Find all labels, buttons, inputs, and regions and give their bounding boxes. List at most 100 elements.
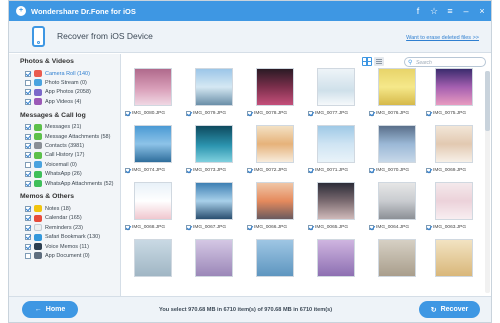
sidebar-item-checkbox[interactable] (25, 133, 31, 140)
photo-checkbox[interactable] (369, 167, 374, 173)
photo-filename: IMG_0076.JPG (376, 110, 410, 116)
photo-thumbnail[interactable] (195, 239, 233, 277)
photo-thumbnail[interactable] (435, 182, 473, 220)
sidebar-item[interactable]: Reminders (23) (25, 223, 83, 232)
photo-checkbox[interactable] (247, 167, 252, 173)
sidebar-item-checkbox[interactable] (25, 252, 31, 259)
sidebar-item[interactable]: WhatsApp (26) (25, 170, 82, 179)
erase-deleted-files-link[interactable]: Want to erase deleted files >> (406, 35, 479, 41)
sidebar-item[interactable]: App Document (0) (25, 251, 90, 260)
sidebar-item[interactable]: Contacts (3981) (25, 141, 84, 150)
sidebar-item[interactable]: WhatsApp Attachments (52) (25, 179, 113, 188)
sidebar-item-checkbox[interactable] (25, 215, 31, 222)
photo-thumbnail[interactable] (256, 68, 294, 106)
photo-caption: IMG_0070.JPG (369, 166, 427, 174)
feedback-icon[interactable]: ☆ (428, 5, 440, 17)
sidebar-item[interactable]: Notes (18) (25, 204, 71, 213)
minimize-icon[interactable]: – (460, 5, 472, 17)
photo-checkbox[interactable] (186, 110, 191, 116)
photo-checkbox[interactable] (247, 110, 252, 116)
photo-thumbnail[interactable] (378, 68, 416, 106)
photo-checkbox[interactable] (426, 110, 431, 116)
photo-checkbox[interactable] (369, 110, 374, 116)
close-icon[interactable]: × (476, 5, 488, 17)
sidebar-item-checkbox[interactable] (25, 152, 31, 159)
sidebar-item-checkbox[interactable] (25, 89, 31, 96)
photo-caption: IMG_0076.JPG (369, 109, 427, 117)
vertical-scrollbar[interactable] (485, 71, 490, 293)
photo-thumbnail[interactable] (317, 182, 355, 220)
sidebar-item[interactable]: Safari Bookmark (130) (25, 233, 100, 242)
sidebar-item-checkbox[interactable] (25, 171, 31, 178)
photo-thumbnail[interactable] (317, 125, 355, 163)
sidebar-item[interactable]: Message Attachments (58) (25, 132, 110, 141)
photo-checkbox[interactable] (186, 167, 191, 173)
photo-checkbox[interactable] (125, 110, 130, 116)
photo-thumbnail[interactable] (317, 68, 355, 106)
home-button[interactable]: ← Home (22, 301, 78, 318)
photo-thumbnail[interactable] (435, 239, 473, 277)
sidebar-item[interactable]: App Photos (2058) (25, 88, 91, 97)
sidebar-item-checkbox[interactable] (25, 243, 31, 250)
search-input[interactable]: ⚲ Search (404, 57, 486, 67)
photo-thumbnail[interactable] (435, 68, 473, 106)
sidebar-item-checkbox[interactable] (25, 124, 31, 131)
sidebar-item-checkbox[interactable] (25, 70, 31, 77)
photo-checkbox[interactable] (308, 110, 313, 116)
sidebar-item[interactable]: Call History (17) (25, 151, 84, 160)
photo-checkbox[interactable] (369, 224, 374, 230)
messages-icon (34, 123, 42, 131)
photo-thumbnail[interactable] (256, 182, 294, 220)
photo-thumbnail[interactable] (317, 239, 355, 277)
sidebar-item[interactable]: Photo Stream (0) (25, 78, 87, 87)
menu-icon[interactable]: ≡ (444, 5, 456, 17)
sidebar-item-checkbox[interactable] (25, 224, 31, 231)
photo-caption: IMG_0072.JPG (247, 166, 305, 174)
photo-checkbox[interactable] (308, 167, 313, 173)
title-bar-icons: f ☆ ≡ – × (412, 5, 488, 17)
sidebar-item[interactable]: Voice Memos (11) (25, 242, 89, 251)
sidebar-item-label: WhatsApp Attachments (52) (45, 180, 114, 187)
sidebar-item-checkbox[interactable] (25, 161, 31, 168)
sidebar-item-label: WhatsApp (26) (45, 171, 82, 178)
app-document-icon (34, 252, 42, 260)
photo-checkbox[interactable] (186, 224, 191, 230)
photo-thumbnail[interactable] (195, 125, 233, 163)
photo-thumbnail[interactable] (378, 239, 416, 277)
photo-thumbnail[interactable] (378, 182, 416, 220)
photo-checkbox[interactable] (426, 224, 431, 230)
photo-thumbnail[interactable] (256, 125, 294, 163)
sidebar-item[interactable]: Messages (21) (25, 123, 81, 132)
sidebar-item-checkbox[interactable] (25, 205, 31, 212)
photo-filename: IMG_0065.JPG (315, 224, 349, 230)
sidebar-item-checkbox[interactable] (25, 180, 31, 187)
photo-thumbnail[interactable] (435, 125, 473, 163)
sidebar-item-checkbox[interactable] (25, 142, 31, 149)
photo-checkbox[interactable] (125, 224, 130, 230)
photo-thumbnail[interactable] (378, 125, 416, 163)
sidebar-item[interactable]: App Videos (4) (25, 97, 81, 106)
photo-filename: IMG_0064.JPG (376, 224, 410, 230)
sidebar-item[interactable]: Calendar (165) (25, 214, 82, 223)
photo-thumbnail[interactable] (134, 239, 172, 277)
photo-checkbox[interactable] (125, 167, 130, 173)
recover-button[interactable]: ↻ Recover (419, 301, 480, 318)
sidebar-item-checkbox[interactable] (25, 98, 31, 105)
photo-checkbox[interactable] (247, 224, 252, 230)
photo-thumbnail[interactable] (134, 68, 172, 106)
photo-checkbox[interactable] (308, 224, 313, 230)
photo-thumbnail[interactable] (256, 239, 294, 277)
photo-thumbnail[interactable] (195, 68, 233, 106)
photo-thumbnail[interactable] (134, 182, 172, 220)
sidebar-item-checkbox[interactable] (25, 234, 31, 241)
scrollbar-thumb[interactable] (485, 71, 490, 131)
list-view-icon[interactable] (374, 57, 384, 66)
photo-thumbnail[interactable] (134, 125, 172, 163)
sidebar-item[interactable]: Voicemail (0) (25, 160, 77, 169)
sidebar-item-checkbox[interactable] (25, 79, 31, 86)
facebook-icon[interactable]: f (412, 5, 424, 17)
sidebar-item[interactable]: Camera Roll (140) (25, 69, 90, 78)
photo-checkbox[interactable] (426, 167, 431, 173)
photo-thumbnail[interactable] (195, 182, 233, 220)
grid-view-icon[interactable] (362, 57, 372, 66)
